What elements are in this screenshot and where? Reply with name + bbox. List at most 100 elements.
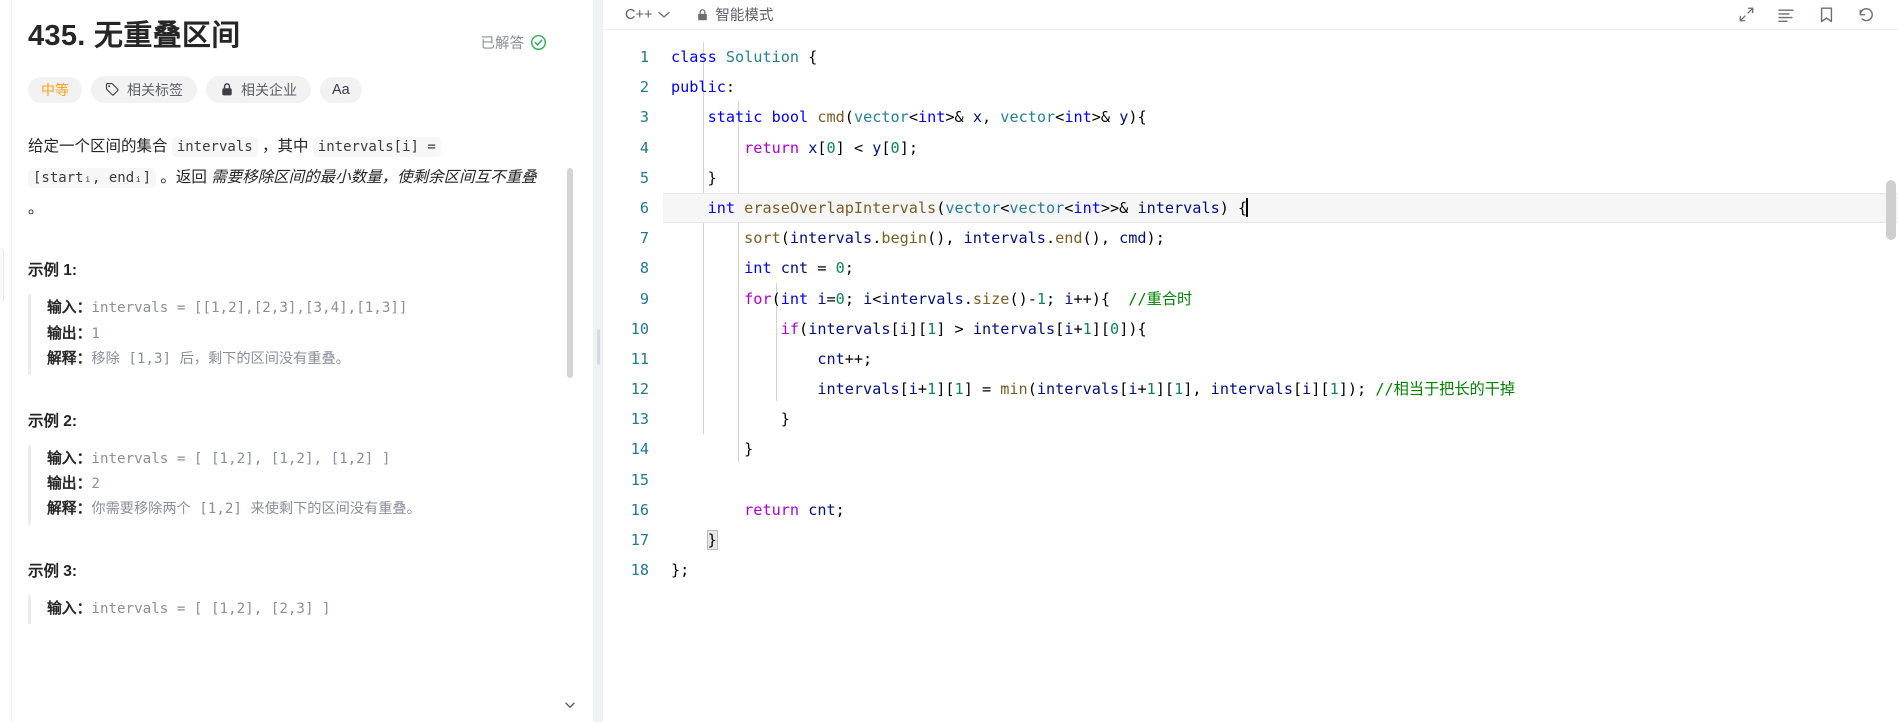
code-line-10[interactable]: if(intervals[i][1] > intervals[i+1][0]){ [671, 314, 1898, 344]
bookmark-icon [1820, 7, 1832, 22]
lock-icon [698, 8, 708, 20]
problem-title-text: 无重叠区间 [94, 20, 241, 52]
code-line-16[interactable]: return cnt; [671, 495, 1898, 525]
chevron-down-icon [565, 702, 575, 708]
code-comment-line-12: //相当于把长的干掉 [1375, 380, 1516, 399]
example-2-explain-value: 你需要移除两个 [1,2] 来使剩下的区间没有重叠。 [91, 501, 421, 518]
code-line-4[interactable]: return x[0] < y[0]; [671, 133, 1898, 163]
example-2-input-label: 输入： [47, 450, 92, 467]
desc-segment-2: ，其中 [257, 138, 313, 156]
related-companies-button[interactable]: 相关企业 [206, 76, 311, 104]
example-1-explain-value: 移除 [1,3] 后，剩下的区间没有重叠。 [91, 351, 350, 368]
example-3-input-value: intervals = [ [1,2], [2,3] ] [91, 600, 331, 617]
example-1-explain-label: 解释： [47, 351, 92, 368]
example-1-input-value: intervals = [[1,2],[2,3],[3,4],[1,3]] [91, 300, 408, 317]
editor-scrollbar-thumb[interactable] [1886, 180, 1896, 240]
editor-toolbar-actions [1736, 5, 1888, 25]
page-title: 435. 无重叠区间 [28, 18, 241, 54]
reset-icon [1859, 7, 1873, 21]
code-line-7[interactable]: sort(intervals.begin(), intervals.end(),… [671, 223, 1898, 253]
check-circle-icon [530, 34, 547, 51]
desc-emphasis: 需要移除区间的最小数量，使剩余区间互不重叠 [211, 169, 537, 187]
line-number: 7 [639, 229, 649, 248]
code-line-18[interactable]: }; [671, 555, 1898, 585]
example-3-heading: 示例 3: [28, 562, 78, 580]
example-3-block: 输入：intervals = [ [1,2], [2,3] ] [28, 594, 551, 625]
desc-segment-4: 。 [28, 200, 44, 218]
font-size-button[interactable]: Aa [320, 76, 362, 103]
editor-scrollbar-track[interactable] [1884, 60, 1898, 722]
code-line-1[interactable]: class Solution { [671, 42, 1898, 72]
code-line-9[interactable]: for(int i=0; i<intervals.size()-1; i++){… [671, 284, 1898, 314]
example-2-output-value: 2 [91, 476, 100, 492]
expand-button[interactable] [1736, 5, 1756, 25]
line-number-gutter: 1 2 3 4 5 6 7 8 9 10 11 12 13 14 15 16 1… [603, 30, 663, 722]
code-line-14[interactable]: } [671, 434, 1898, 464]
problem-meta-tags: 中等 相关标签 相关企业 Aa [28, 76, 551, 104]
related-companies-label: 相关企业 [241, 81, 297, 98]
line-number: 9 [639, 289, 649, 308]
example-2-explain-label: 解释： [47, 501, 92, 518]
line-number: 1 [639, 48, 649, 66]
code-line-11[interactable]: cnt++; [671, 344, 1898, 374]
code-line-2[interactable]: public: [671, 72, 1898, 102]
language-label: C++ [625, 6, 653, 23]
code-line-15[interactable] [671, 465, 1898, 495]
code-comment-line-9: //重合时 [1128, 289, 1193, 308]
expand-icon [1739, 7, 1753, 22]
lock-icon [220, 82, 234, 97]
reset-code-button[interactable] [1856, 5, 1876, 25]
example-2-input-value: intervals = [ [1,2], [1,2], [1,2] ] [91, 450, 391, 467]
problem-scroll-area[interactable]: 435. 无重叠区间 已解答 中等 相关标签 相关企业 Aa 给定一个区间的集合… [0, 0, 593, 722]
desc-code-intervals: intervals [171, 137, 258, 158]
example-2-explain: 解释：你需要移除两个 [1,2] 来使剩下的区间没有重叠。 [47, 497, 551, 522]
code-line-13[interactable]: } [671, 404, 1898, 434]
scroll-down-button[interactable] [561, 696, 579, 714]
line-number: 5 [639, 168, 649, 187]
code-line-6[interactable]: int eraseOverlapIntervals(vector<vector<… [663, 192, 1898, 224]
chevron-down-icon [658, 11, 671, 18]
example-1-input: 输入：intervals = [[1,2],[2,3],[3,4],[1,3]] [47, 296, 551, 321]
example-1-output: 输出：1 [47, 322, 551, 347]
related-tags-button[interactable]: 相关标签 [91, 76, 197, 104]
smart-mode-label: 智能模式 [715, 8, 774, 24]
desc-segment-3: 。返回 [156, 169, 212, 187]
line-number: 3 [639, 108, 649, 127]
difficulty-badge[interactable]: 中等 [28, 76, 82, 103]
format-icon [1778, 9, 1794, 22]
code-content[interactable]: class Solution { public: static bool cmd… [663, 30, 1898, 722]
line-number: 15 [630, 470, 649, 489]
smart-mode-toggle[interactable]: 智能模式 [696, 4, 773, 25]
line-number: 18 [630, 561, 649, 580]
code-editor-body[interactable]: 1 2 3 4 5 6 7 8 9 10 11 12 13 14 15 16 1… [603, 30, 1898, 722]
line-number: 2 [639, 78, 649, 97]
bookmark-button[interactable] [1816, 5, 1836, 25]
line-number: 13 [630, 410, 649, 429]
example-1-block: 输入：intervals = [[1,2],[2,3],[3,4],[1,3]]… [28, 294, 551, 375]
problem-description: 给定一个区间的集合 intervals ，其中 intervals[i] = [… [28, 131, 551, 224]
code-line-5[interactable]: } [671, 163, 1898, 193]
code-line-8[interactable]: int cnt = 0; [671, 253, 1898, 283]
example-1-input-label: 输入： [47, 300, 92, 317]
format-code-button[interactable] [1776, 5, 1796, 25]
desc-segment-1: 给定一个区间的集合 [28, 138, 172, 156]
problem-panel: 435. 无重叠区间 已解答 中等 相关标签 相关企业 Aa 给定一个区间的集合… [0, 0, 593, 722]
example-2-heading: 示例 2: [28, 412, 78, 430]
bracket-match-highlight: } [706, 530, 718, 550]
example-2-block: 输入：intervals = [ [1,2], [1,2], [1,2] ] 输… [28, 444, 551, 525]
code-line-17[interactable]: } [671, 525, 1898, 555]
tag-icon [105, 82, 120, 97]
desc-code-intervals-i: intervals[i] = [312, 137, 441, 158]
code-line-12[interactable]: intervals[i+1][1] = min(intervals[i+1][1… [671, 374, 1898, 404]
panel-resize-divider[interactable] [593, 0, 603, 722]
code-line-3[interactable]: static bool cmd(vector<int>& x, vector<i… [671, 102, 1898, 132]
problem-scrollbar-thumb[interactable] [567, 168, 573, 378]
example-2-output: 输出：2 [47, 472, 551, 497]
line-number: 12 [630, 380, 649, 399]
example-3-input-label: 输入： [47, 600, 92, 617]
example-1-heading: 示例 1: [28, 262, 78, 280]
related-tags-label: 相关标签 [127, 81, 183, 98]
language-selector[interactable]: C++ [621, 5, 674, 25]
editor-bottom-strip [603, 718, 1898, 722]
example-1-output-value: 1 [91, 325, 100, 342]
